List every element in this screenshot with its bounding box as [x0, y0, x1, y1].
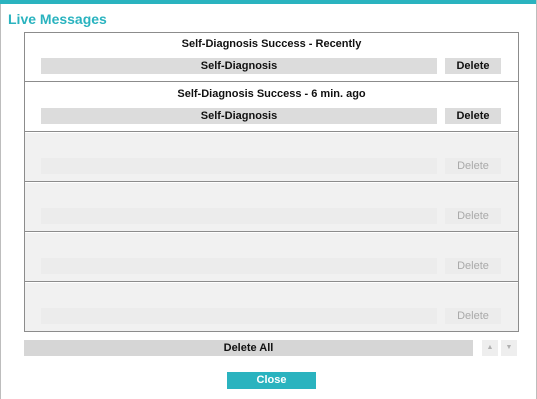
scroll-up-button[interactable]: ▲: [482, 340, 498, 356]
message-title: Self-Diagnosis Success - Recently: [181, 38, 362, 50]
message-delete-button: Delete: [445, 308, 501, 324]
triangle-down-icon: ▼: [505, 344, 513, 351]
message-item-empty: Delete: [25, 283, 518, 332]
delete-all-button[interactable]: Delete All: [24, 340, 473, 356]
message-delete-button[interactable]: Delete: [445, 58, 501, 74]
message-item: Self-Diagnosis Success - Recently Self-D…: [25, 33, 518, 82]
message-list: Self-Diagnosis Success - Recently Self-D…: [24, 32, 519, 332]
message-delete-button: Delete: [445, 208, 501, 224]
message-type-field[interactable]: Self-Diagnosis: [41, 108, 437, 124]
scroll-down-button[interactable]: ▼: [501, 340, 517, 356]
message-item-empty: Delete: [25, 233, 518, 282]
dialog-title: Live Messages: [8, 11, 107, 27]
message-delete-button: Delete: [445, 158, 501, 174]
message-item-empty: Delete: [25, 133, 518, 182]
message-type-field: [41, 158, 437, 174]
message-title: Self-Diagnosis Success - 6 min. ago: [177, 88, 366, 100]
message-type-field[interactable]: Self-Diagnosis: [41, 58, 437, 74]
dialog-accent-bar: [0, 0, 537, 4]
message-item-empty: Delete: [25, 183, 518, 232]
message-type-field: [41, 308, 437, 324]
message-type-field: [41, 258, 437, 274]
message-delete-button[interactable]: Delete: [445, 108, 501, 124]
live-messages-dialog: Live Messages Self-Diagnosis Success - R…: [0, 0, 537, 399]
message-type-field: [41, 208, 437, 224]
triangle-up-icon: ▲: [486, 344, 494, 351]
close-button[interactable]: Close: [227, 372, 316, 389]
message-item: Self-Diagnosis Success - 6 min. ago Self…: [25, 83, 518, 132]
message-delete-button: Delete: [445, 258, 501, 274]
